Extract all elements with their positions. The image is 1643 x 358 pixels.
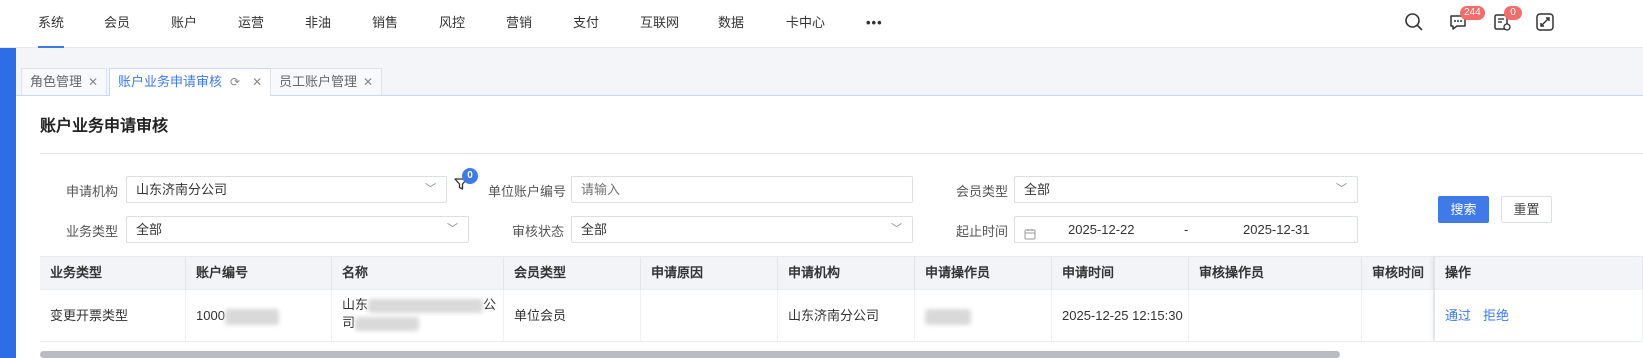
messages-badge: 244 — [1460, 6, 1485, 20]
cell-org: 山东济南分公司 — [778, 290, 915, 341]
cell-auditor — [1189, 290, 1362, 341]
nav-more-button[interactable]: ••• — [866, 0, 883, 48]
date-end[interactable]: 2025-12-31 — [1243, 217, 1310, 242]
member-type-value: 全部 — [1024, 182, 1051, 197]
close-icon[interactable]: ✕ — [363, 75, 373, 89]
name-visible-end: 公 — [483, 297, 497, 312]
masked-text — [925, 308, 971, 325]
tab-account-business-audit[interactable]: 账户业务申请审核 ⟳ ✕ — [109, 68, 272, 96]
nav-item-data[interactable]: 数据 — [718, 0, 744, 48]
nav-item-account[interactable]: 账户 — [171, 0, 197, 48]
member-type-label: 会员类型 — [956, 184, 1009, 199]
tab-label: 员工账户管理 — [279, 74, 358, 89]
cell-actions: 通过 拒绝 — [1434, 290, 1643, 341]
search-button[interactable]: 搜索 — [1438, 196, 1489, 223]
tab-role-management[interactable]: 角色管理 ✕ — [21, 68, 108, 95]
page-tabs: 角色管理 ✕ 账户业务申请审核 ⟳ ✕ 员工账户管理 ✕ — [16, 48, 1643, 96]
nav-item-card-center[interactable]: 卡中心 — [786, 0, 825, 48]
col-biz-type: 业务类型 — [40, 257, 186, 290]
cell-apply-time: 2025-12-25 12:15:30 — [1052, 290, 1189, 341]
col-reason: 申请原因 — [641, 257, 778, 290]
calendar-icon — [1024, 223, 1036, 248]
col-audit-time: 审核时间 — [1362, 257, 1434, 290]
unit-account-label: 单位账户编号 — [488, 184, 567, 199]
cell-biz-type: 变更开票类型 — [40, 290, 186, 341]
col-member-type: 会员类型 — [504, 257, 641, 290]
col-operator: 申请操作员 — [915, 257, 1052, 290]
account-no-visible: 1000 — [196, 308, 225, 323]
date-range-label: 起止时间 — [956, 224, 1009, 239]
chevron-down-icon: ﹀ — [447, 223, 458, 235]
col-apply-time: 申请时间 — [1052, 257, 1189, 290]
org-value: 山东济南分公司 — [136, 182, 228, 197]
col-actions: 操作 — [1434, 257, 1643, 290]
close-icon[interactable]: ✕ — [252, 75, 262, 89]
col-account-no: 账户编号 — [186, 257, 332, 290]
audit-status-select[interactable]: 全部 ﹀ — [571, 216, 913, 243]
col-auditor: 审核操作员 — [1189, 257, 1362, 290]
date-range-picker[interactable]: 2025-12-22 - 2025-12-31 — [1014, 216, 1358, 243]
cell-reason — [641, 290, 778, 341]
tab-employee-account[interactable]: 员工账户管理 ✕ — [270, 68, 383, 95]
masked-text — [368, 298, 484, 313]
date-separator: - — [1184, 222, 1189, 237]
biz-type-select[interactable]: 全部 ﹀ — [126, 216, 469, 243]
nav-item-member[interactable]: 会员 — [104, 0, 130, 48]
cell-audit-time — [1362, 290, 1434, 341]
masked-text — [355, 316, 420, 331]
masked-text — [224, 308, 279, 325]
fullscreen-icon[interactable] — [1535, 12, 1559, 36]
divider — [40, 153, 1643, 154]
filter-count-badge: 0 — [462, 168, 478, 184]
biz-type-value: 全部 — [136, 222, 163, 237]
nav-item-system[interactable]: 系统 — [38, 0, 65, 48]
unit-account-input[interactable] — [571, 176, 913, 203]
member-type-select[interactable]: 全部 ﹀ — [1014, 176, 1358, 203]
nav-item-payment[interactable]: 支付 — [573, 0, 599, 48]
audit-status-value: 全部 — [581, 222, 608, 237]
reset-button[interactable]: 重置 — [1501, 196, 1552, 223]
close-icon[interactable]: ✕ — [88, 75, 98, 89]
chevron-down-icon: ﹀ — [425, 183, 436, 195]
main-content: 账户业务申请审核 申请机构 山东济南分公司 ﹀ 0 单位账户编号 会员类型 全部 ﹀… — [16, 96, 1643, 358]
page-title: 账户业务申请审核 — [40, 118, 169, 135]
org-select[interactable]: 山东济南分公司 ﹀ — [126, 176, 447, 203]
left-sidebar-edge — [0, 48, 16, 358]
nav-item-sales[interactable]: 销售 — [372, 0, 398, 48]
horizontal-scrollbar[interactable] — [40, 351, 1340, 358]
tab-label: 账户业务申请审核 — [118, 74, 223, 89]
table-row: 变更开票类型 1000 山东 公 司 单位会员 山东济南分公司 2025-12-2… — [40, 290, 1643, 342]
biz-type-label: 业务类型 — [66, 224, 119, 239]
refresh-icon[interactable]: ⟳ — [230, 75, 240, 89]
nav-item-operation[interactable]: 运营 — [238, 0, 264, 48]
reject-link[interactable]: 拒绝 — [1483, 308, 1509, 323]
nav-item-internet[interactable]: 互联网 — [640, 0, 679, 48]
search-icon[interactable] — [1404, 12, 1428, 36]
org-label: 申请机构 — [66, 184, 119, 199]
cell-name: 山东 公 司 — [332, 290, 504, 341]
table-header: 业务类型 账户编号 名称 会员类型 申请原因 申请机构 申请操作员 申请时间 审… — [40, 256, 1643, 290]
approve-link[interactable]: 通过 — [1445, 308, 1471, 323]
cell-account-no: 1000 — [186, 290, 332, 341]
nav-item-risk[interactable]: 风控 — [439, 0, 465, 48]
audit-status-label: 审核状态 — [512, 224, 565, 239]
nav-item-non-oil[interactable]: 非油 — [305, 0, 331, 48]
tab-label: 角色管理 — [30, 74, 83, 89]
message-icon[interactable]: 244 — [1448, 6, 1485, 36]
nav-item-marketing[interactable]: 营销 — [506, 0, 532, 48]
top-nav: 系统 会员 账户 运营 非油 销售 风控 营销 支付 互联网 数据 卡中心 ••… — [0, 0, 1643, 48]
cell-member-type: 单位会员 — [504, 290, 641, 341]
col-name: 名称 — [332, 257, 504, 290]
date-start[interactable]: 2025-12-22 — [1068, 217, 1135, 242]
chevron-down-icon: ﹀ — [1336, 183, 1347, 195]
col-org: 申请机构 — [778, 257, 915, 290]
name-visible: 山东 — [342, 297, 369, 312]
chevron-down-icon: ﹀ — [891, 223, 902, 235]
name-visible-line2: 司 — [342, 315, 356, 330]
task-icon[interactable]: 0 — [1492, 6, 1522, 36]
cell-operator — [915, 290, 1052, 341]
tasks-badge: 0 — [1504, 6, 1522, 20]
results-table: 业务类型 账户编号 名称 会员类型 申请原因 申请机构 申请操作员 申请时间 审… — [40, 256, 1643, 358]
